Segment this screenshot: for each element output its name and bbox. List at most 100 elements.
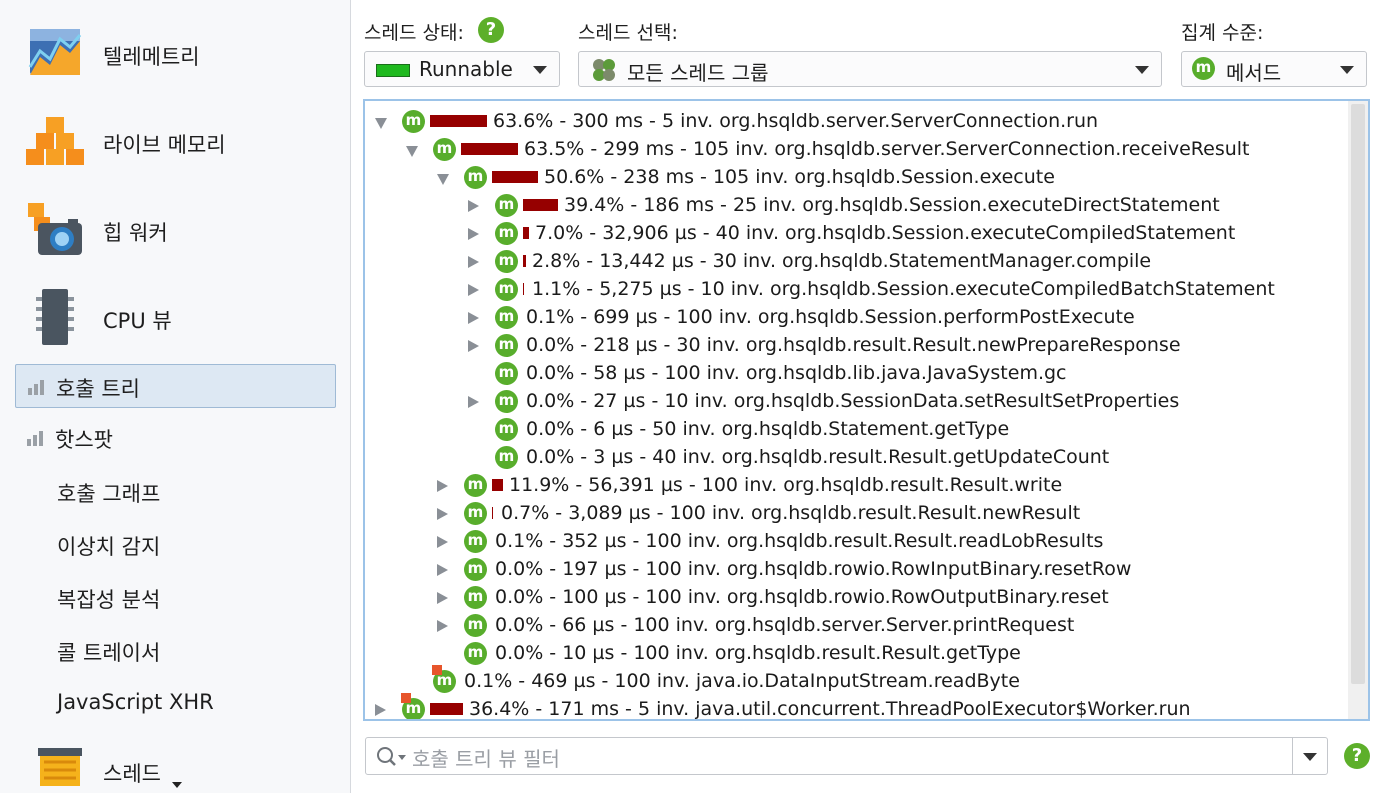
sidebar-item-call-tracer[interactable]: 콜 트레이서 xyxy=(57,637,160,667)
tree-row-label: 0.0% - 27 µs - 10 inv. org.hsqldb.Sessio… xyxy=(526,390,1180,412)
tree-row-label: 11.9% - 56,391 µs - 100 inv. org.hsqldb.… xyxy=(509,474,1063,496)
thread-select-dropdown[interactable]: 모든 스레드 그룹 xyxy=(578,51,1162,87)
sidebar-item-javascript-xhr[interactable]: JavaScript XHR xyxy=(57,690,214,714)
method-icon: m xyxy=(495,390,518,413)
expand-right-icon[interactable] xyxy=(468,340,479,352)
method-icon: m xyxy=(495,222,518,245)
method-icon: m xyxy=(464,530,487,553)
tree-filter-field[interactable]: 호출 트리 뷰 필터 xyxy=(365,737,1328,775)
tree-row-label: 0.7% - 3,089 µs - 100 inv. org.hsqldb.re… xyxy=(501,502,1081,524)
tree-row[interactable]: m 63.5% - 299 ms - 105 inv. org.hsqldb.se… xyxy=(365,136,1345,164)
tree-row[interactable]: m 2.8% - 13,442 µs - 30 inv. org.hsqldb.S… xyxy=(365,248,1345,276)
expand-right-icon[interactable] xyxy=(468,396,479,408)
sidebar-item-heap-walker[interactable]: 힙 워커 xyxy=(0,189,351,269)
expand-right-icon[interactable] xyxy=(375,704,386,716)
tree-row[interactable]: m 36.4% - 171 ms - 5 inv. java.util.concu… xyxy=(365,693,1345,720)
expand-right-icon[interactable] xyxy=(437,508,448,520)
sidebar-item-telemetry[interactable]: 텔레메트리 xyxy=(0,13,351,93)
tree-row[interactable]: m 0.0% - 6 µs - 50 inv. org.hsqldb.Statem… xyxy=(365,416,1345,444)
expand-right-icon[interactable] xyxy=(468,256,479,268)
expand-right-icon[interactable] xyxy=(437,536,448,548)
thread-group-icon xyxy=(593,59,615,81)
status-color-swatch xyxy=(376,64,410,77)
tree-row[interactable]: m 0.0% - 66 µs - 100 inv. org.hsqldb.serv… xyxy=(365,612,1345,640)
tree-row[interactable]: m 0.0% - 197 µs - 100 inv. org.hsqldb.row… xyxy=(365,556,1345,584)
sidebar-item-label: 호출 트리 xyxy=(56,377,140,401)
tree-row-label: 36.4% - 171 ms - 5 inv. java.util.concur… xyxy=(469,698,1191,720)
tree-row[interactable]: m 0.0% - 58 µs - 100 inv. org.hsqldb.lib.… xyxy=(365,360,1345,388)
tree-row[interactable]: m 0.0% - 27 µs - 10 inv. org.hsqldb.Sessi… xyxy=(365,388,1345,416)
time-bar xyxy=(492,507,493,519)
scrollbar-thumb[interactable] xyxy=(1351,104,1365,684)
tree-row[interactable]: m 0.1% - 352 µs - 100 inv. org.hsqldb.res… xyxy=(365,528,1345,556)
expand-right-icon[interactable] xyxy=(437,592,448,604)
tree-row[interactable]: m 0.7% - 3,089 µs - 100 inv. org.hsqldb.r… xyxy=(365,500,1345,528)
tree-row[interactable]: m 50.6% - 238 ms - 105 inv. org.hsqldb.Se… xyxy=(365,164,1345,192)
sidebar-item-label: 힙 워커 xyxy=(103,221,168,245)
heap-walker-icon xyxy=(28,203,82,255)
call-tree[interactable]: m 63.6% - 300 ms - 5 inv. org.hsqldb.serv… xyxy=(363,99,1370,721)
expand-right-icon[interactable] xyxy=(437,620,448,632)
tree-row-label: 50.6% - 238 ms - 105 inv. org.hsqldb.Ses… xyxy=(544,166,1055,188)
sidebar-item-threads[interactable]: 스레드 xyxy=(0,738,351,793)
vertical-scrollbar[interactable] xyxy=(1348,101,1368,719)
expand-right-icon[interactable] xyxy=(468,312,479,324)
sidebar-item-call-tree[interactable]: 호출 트리 xyxy=(15,364,336,408)
chevron-down-icon xyxy=(1135,66,1149,74)
help-icon[interactable]: ? xyxy=(478,17,504,43)
tree-row-label: 0.0% - 66 µs - 100 inv. org.hsqldb.serve… xyxy=(495,614,1075,636)
expand-down-icon[interactable] xyxy=(437,174,449,185)
tree-row[interactable]: m 1.1% - 5,275 µs - 10 inv. org.hsqldb.Se… xyxy=(365,276,1345,304)
telemetry-icon xyxy=(28,29,82,75)
method-icon: m xyxy=(495,278,518,301)
tree-row[interactable]: m 39.4% - 186 ms - 25 inv. org.hsqldb.Ses… xyxy=(365,192,1345,220)
aggregation-value: 메서드 xyxy=(1226,61,1282,85)
tree-row-label: 63.6% - 300 ms - 5 inv. org.hsqldb.serve… xyxy=(493,110,1099,132)
time-bar xyxy=(492,171,538,183)
tree-row[interactable]: m 0.0% - 3 µs - 40 inv. org.hsqldb.result… xyxy=(365,444,1345,472)
method-icon: m xyxy=(464,586,487,609)
tree-row[interactable]: m 7.0% - 32,906 µs - 40 inv. org.hsqldb.S… xyxy=(365,220,1345,248)
sidebar-item-outlier-detection[interactable]: 이상치 감지 xyxy=(57,531,160,561)
tree-row[interactable]: m 0.1% - 699 µs - 100 inv. org.hsqldb.Ses… xyxy=(365,304,1345,332)
tree-row-label: 0.0% - 100 µs - 100 inv. org.hsqldb.rowi… xyxy=(495,586,1109,608)
tree-row[interactable]: m 63.6% - 300 ms - 5 inv. org.hsqldb.serv… xyxy=(365,108,1345,136)
sidebar-item-live-memory[interactable]: 라이브 메모리 xyxy=(0,101,351,181)
aggregation-label: 집계 수준: xyxy=(1181,22,1264,44)
expand-down-icon[interactable] xyxy=(375,118,387,129)
chevron-down-icon[interactable] xyxy=(1303,753,1317,761)
tree-row-label: 0.0% - 58 µs - 100 inv. org.hsqldb.lib.j… xyxy=(526,362,1067,384)
tree-row-label: 39.4% - 186 ms - 25 inv. org.hsqldb.Sess… xyxy=(564,194,1220,216)
thread-status-dropdown[interactable]: Runnable xyxy=(364,51,560,87)
tree-row[interactable]: m 0.0% - 218 µs - 30 inv. org.hsqldb.resu… xyxy=(365,332,1345,360)
tree-row[interactable]: m 0.0% - 10 µs - 100 inv. org.hsqldb.resu… xyxy=(365,640,1345,668)
tree-row[interactable]: m 0.1% - 469 µs - 100 inv. java.io.DataIn… xyxy=(365,665,1345,696)
sidebar-item-call-graph[interactable]: 호출 그래프 xyxy=(57,478,160,508)
search-icon xyxy=(377,747,406,766)
sidebar-item-cpu-views[interactable]: CPU 뷰 xyxy=(0,277,351,357)
sidebar-item-complexity-analysis[interactable]: 복잡성 분석 xyxy=(57,584,160,614)
expand-right-icon[interactable] xyxy=(468,228,479,240)
aggregation-dropdown[interactable]: m 메서드 xyxy=(1181,51,1367,87)
tree-row-label: 7.0% - 32,906 µs - 40 inv. org.hsqldb.Se… xyxy=(535,222,1236,244)
tree-row-label: 0.1% - 699 µs - 100 inv. org.hsqldb.Sess… xyxy=(526,306,1135,328)
filter-placeholder: 호출 트리 뷰 필터 xyxy=(412,747,560,771)
expand-down-icon[interactable] xyxy=(406,146,418,157)
time-bar xyxy=(430,115,487,127)
filter-help-icon[interactable]: ? xyxy=(1344,743,1370,769)
expand-right-icon[interactable] xyxy=(437,480,448,492)
tree-row-label: 0.0% - 3 µs - 40 inv. org.hsqldb.result.… xyxy=(526,446,1110,468)
tree-row-label: 0.0% - 10 µs - 100 inv. org.hsqldb.resul… xyxy=(495,642,1021,664)
time-bar xyxy=(492,479,503,491)
thread-select-value: 모든 스레드 그룹 xyxy=(627,61,769,85)
sidebar-item-hot-spots[interactable]: 핫스팟 xyxy=(15,416,336,460)
expand-right-icon[interactable] xyxy=(437,564,448,576)
method-icon: m xyxy=(464,642,487,665)
tree-row[interactable]: m 11.9% - 56,391 µs - 100 inv. org.hsqldb… xyxy=(365,472,1345,500)
expand-right-icon[interactable] xyxy=(468,200,479,212)
time-bar xyxy=(523,227,529,239)
filtered-flag-icon xyxy=(401,693,411,703)
expand-right-icon[interactable] xyxy=(468,284,479,296)
chevron-down-icon xyxy=(172,782,182,788)
tree-row[interactable]: m 0.0% - 100 µs - 100 inv. org.hsqldb.row… xyxy=(365,584,1345,612)
